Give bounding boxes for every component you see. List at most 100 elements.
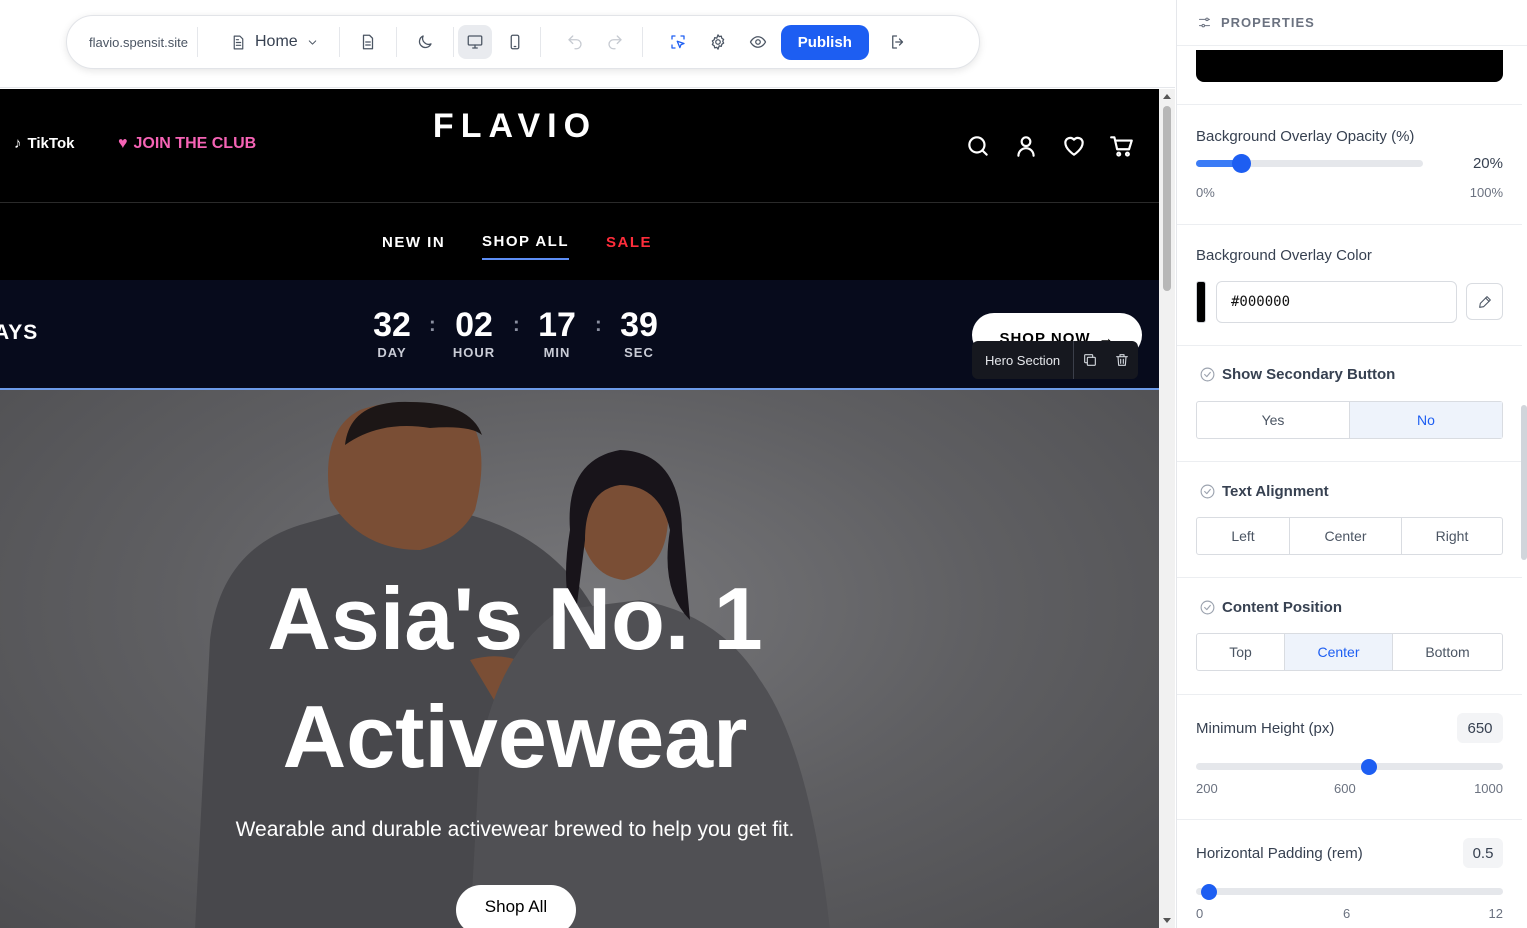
check-circle-icon xyxy=(1200,600,1215,615)
undo-button[interactable] xyxy=(558,25,592,59)
divider xyxy=(338,27,340,57)
store-nav: NEW IN SHOP ALL SALE xyxy=(0,204,1159,280)
mobile-view-button[interactable] xyxy=(498,25,532,59)
overlay-color-control: Background Overlay Color #000000 xyxy=(1177,224,1522,345)
color-swatch[interactable] xyxy=(1196,281,1206,323)
panel-scrollbar-thumb[interactable] xyxy=(1521,405,1527,560)
divider xyxy=(395,27,397,57)
countdown-heading: AYS xyxy=(0,321,39,344)
text-alignment-label: Text Alignment xyxy=(1222,483,1329,500)
canvas-scrollbar[interactable] xyxy=(1159,89,1175,928)
select-element-button[interactable] xyxy=(661,25,695,59)
cart-icon[interactable] xyxy=(1109,133,1135,159)
panel-header: PROPERTIES xyxy=(1177,0,1527,46)
redo-button[interactable] xyxy=(598,25,632,59)
settings-button[interactable] xyxy=(701,25,735,59)
secondary-button-toggle: Yes No xyxy=(1196,401,1503,439)
scroll-down-arrow[interactable] xyxy=(1163,918,1171,923)
horizontal-padding-slider[interactable] xyxy=(1196,884,1503,900)
min-height-slider[interactable] xyxy=(1196,759,1503,775)
nav-sale[interactable]: SALE xyxy=(606,234,652,251)
slider-handle[interactable] xyxy=(1200,884,1217,900)
secondary-button-heading: Show Secondary Button xyxy=(1199,366,1395,383)
option-no[interactable]: No xyxy=(1350,402,1502,438)
content-position-control: Content Position Top Center Bottom xyxy=(1177,577,1522,694)
hero-section[interactable]: Asia's No. 1 Activewear Wearable and dur… xyxy=(0,388,1159,928)
slider-tick-mid: 6 xyxy=(1343,906,1351,921)
content-position-label: Content Position xyxy=(1222,599,1342,616)
text-alignment-heading: Text Alignment xyxy=(1199,483,1329,500)
align-center[interactable]: Center xyxy=(1290,518,1402,554)
background-image-preview[interactable] xyxy=(1196,50,1503,82)
horizontal-padding-control: Horizontal Padding (rem) 0.5 0 6 12 xyxy=(1177,819,1522,928)
delete-section-button[interactable] xyxy=(1106,341,1138,379)
colon-separator: : xyxy=(595,314,602,336)
page-selector-label: Home xyxy=(255,33,298,50)
heart-outline-icon[interactable] xyxy=(1061,133,1087,159)
account-icon[interactable] xyxy=(1013,133,1039,159)
slider-tick-min: 200 xyxy=(1196,781,1218,796)
min-height-value[interactable]: 650 xyxy=(1457,713,1503,743)
colon-separator: : xyxy=(513,314,520,336)
select-icon xyxy=(671,35,685,49)
exit-button[interactable] xyxy=(881,25,915,59)
check-circle-icon xyxy=(1200,367,1215,382)
redo-icon xyxy=(608,35,622,50)
align-left[interactable]: Left xyxy=(1197,518,1290,554)
publish-button[interactable]: Publish xyxy=(780,24,869,60)
min-height-label: Minimum Height (px) xyxy=(1196,720,1335,737)
slider-handle[interactable] xyxy=(1360,759,1377,775)
countdown-unit-label: HOUR xyxy=(452,345,496,360)
align-right[interactable]: Right xyxy=(1402,518,1502,554)
nav-shop-all[interactable]: SHOP ALL xyxy=(482,233,570,260)
option-yes[interactable]: Yes xyxy=(1197,402,1350,438)
divider xyxy=(539,27,541,57)
page-selector[interactable]: Home xyxy=(230,33,319,51)
overlay-opacity-control: Background Overlay Opacity (%) 20% 0% 10… xyxy=(1177,104,1522,224)
overlay-opacity-value: 20% xyxy=(1472,155,1503,172)
overlay-color-label: Background Overlay Color xyxy=(1196,247,1372,264)
text-alignment-toggle: Left Center Right xyxy=(1196,517,1503,555)
duplicate-section-button[interactable] xyxy=(1074,341,1106,379)
min-height-control: Minimum Height (px) 650 200 600 1000 xyxy=(1177,694,1522,819)
dark-mode-toggle[interactable] xyxy=(408,25,442,59)
slider-tick-min: 0 xyxy=(1196,906,1204,921)
overlay-opacity-slider[interactable] xyxy=(1196,154,1423,173)
desktop-view-button[interactable] xyxy=(457,25,492,59)
panel-title: PROPERTIES xyxy=(1221,15,1315,30)
scroll-up-arrow[interactable] xyxy=(1163,94,1171,99)
position-center[interactable]: Center xyxy=(1285,634,1393,670)
slider-handle[interactable] xyxy=(1231,154,1251,173)
preview-button[interactable] xyxy=(741,25,775,59)
eye-icon xyxy=(749,36,766,48)
color-hex-input[interactable]: #000000 xyxy=(1216,281,1457,323)
countdown-value: 02 xyxy=(455,306,493,344)
content-position-heading: Content Position xyxy=(1199,599,1342,616)
copy-icon xyxy=(1084,354,1097,366)
countdown-value: 17 xyxy=(538,306,576,344)
secondary-button-control: Show Secondary Button Yes No xyxy=(1177,345,1522,461)
page-icon xyxy=(233,35,244,49)
position-bottom[interactable]: Bottom xyxy=(1393,634,1502,670)
nav-new-in[interactable]: NEW IN xyxy=(382,234,445,251)
mobile-icon xyxy=(510,34,520,50)
brand-logo[interactable]: FLAVIO xyxy=(0,107,1030,146)
countdown-minutes: 17 MIN xyxy=(527,306,587,360)
properties-panel: PROPERTIES Background Overlay Opacity (%… xyxy=(1176,0,1527,928)
scrollbar-thumb[interactable] xyxy=(1163,106,1171,291)
position-top[interactable]: Top xyxy=(1197,634,1285,670)
shop-all-button[interactable]: Shop All xyxy=(456,885,576,928)
page-settings-button[interactable] xyxy=(351,25,385,59)
undo-icon xyxy=(568,35,582,50)
eyedropper-button[interactable] xyxy=(1466,283,1503,320)
chevron-down-icon xyxy=(308,39,316,45)
site-domain[interactable]: flavio.spensit.site xyxy=(89,35,188,50)
editor-toolbar: flavio.spensit.site Home Publish xyxy=(66,15,980,69)
content-position-toggle: Top Center Bottom xyxy=(1196,633,1503,671)
search-icon[interactable] xyxy=(965,133,991,159)
horizontal-padding-value[interactable]: 0.5 xyxy=(1463,838,1503,868)
document-icon xyxy=(362,34,373,50)
countdown-unit-label: MIN xyxy=(543,345,571,360)
countdown-value: 32 xyxy=(373,306,411,344)
horizontal-padding-label: Horizontal Padding (rem) xyxy=(1196,845,1363,862)
